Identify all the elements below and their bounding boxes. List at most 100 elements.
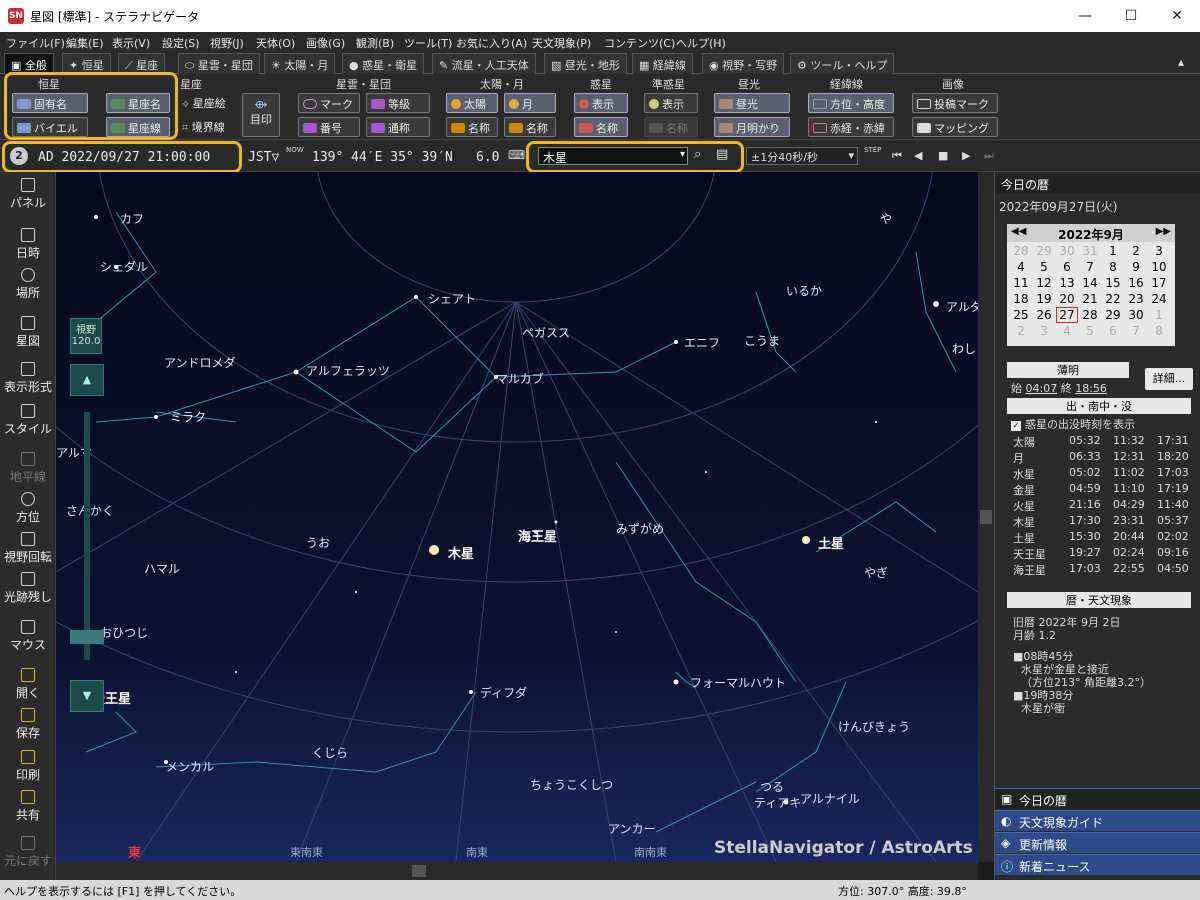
menu-objects[interactable]: 天体(O): [256, 35, 295, 51]
dwarf-planet-name-button[interactable]: 名称: [644, 117, 698, 137]
save-button[interactable]: 保存: [0, 708, 56, 741]
view-rotation-button[interactable]: 視野回転: [0, 532, 56, 565]
tab-tools[interactable]: ⚙ ツール・ヘルプ: [790, 53, 895, 74]
moon-button[interactable]: 月: [504, 93, 556, 113]
calendar-day[interactable]: 5: [1034, 260, 1054, 274]
calendar-day[interactable]: 17: [1149, 276, 1169, 290]
mouse-button[interactable]: マウス: [0, 620, 56, 653]
post-mark-button[interactable]: 投稿マーク: [912, 93, 998, 113]
prev-month-icon[interactable]: ◀◀: [1011, 226, 1026, 237]
tab-general[interactable]: ▣ 全般: [4, 53, 54, 74]
phenomena-guide-tab[interactable]: ◐ 天文現象ガイド: [995, 810, 1200, 831]
calendar-day[interactable]: 7: [1126, 324, 1146, 338]
time-step-select[interactable]: ±1分40秒/秒 ▾: [746, 147, 858, 165]
menu-edit[interactable]: 編集(E): [66, 35, 104, 51]
tab-planets[interactable]: ● 惑星・衛星: [342, 53, 425, 74]
scroll-thumb[interactable]: [980, 510, 992, 524]
calendar-day[interactable]: 29: [1034, 244, 1054, 258]
close-button[interactable]: ✕: [1154, 0, 1200, 32]
tab-grid[interactable]: ▦ 経緯線: [632, 53, 693, 74]
calendar-day[interactable]: 16: [1126, 276, 1146, 290]
common-name-button[interactable]: 通称: [366, 117, 430, 137]
step-button[interactable]: STEP: [864, 146, 881, 154]
sky-view[interactable]: カフ シェダル シェアト ペガスス エニフ こうま いるか アルタ わし アンド…: [56, 172, 978, 862]
menu-image[interactable]: 画像(G): [306, 35, 345, 51]
calendar-day[interactable]: 10: [1149, 260, 1169, 274]
collapse-ribbon-icon[interactable]: ▴: [1178, 55, 1184, 69]
zoom-slider-handle[interactable]: [70, 630, 104, 644]
calendar-day[interactable]: 31: [1080, 244, 1100, 258]
zoom-in-button[interactable]: ▲: [70, 364, 104, 396]
first-icon[interactable]: ⏮: [892, 149, 902, 163]
jupiter-marker[interactable]: [429, 545, 439, 555]
print-button[interactable]: 印刷: [0, 750, 56, 783]
menu-help[interactable]: ヘルプ(H): [676, 35, 726, 51]
tab-stars[interactable]: ✦ 恒星: [62, 53, 111, 74]
marker-button[interactable]: ⟴ 目印: [242, 93, 280, 137]
calendar-day[interactable]: 3: [1149, 244, 1169, 258]
news-tab[interactable]: ⓘ 新着ニュース: [995, 854, 1200, 875]
menu-contents[interactable]: コンテンツ(C): [604, 35, 675, 51]
back-icon[interactable]: ◀: [914, 149, 922, 162]
calendar-day[interactable]: 25: [1011, 308, 1031, 322]
planet-name-button[interactable]: 名称: [574, 117, 628, 137]
keyboard-icon[interactable]: ⌨: [508, 148, 525, 162]
calendar-day[interactable]: 18: [1011, 292, 1031, 306]
calendar-day[interactable]: 4: [1011, 260, 1031, 274]
moonlight-button[interactable]: 月明かり: [714, 117, 790, 137]
calendar-day[interactable]: 8: [1149, 324, 1169, 338]
next-month-icon[interactable]: ▶▶: [1156, 226, 1171, 237]
now-button[interactable]: NOW: [286, 146, 304, 154]
limit-magnitude[interactable]: 6.0: [476, 150, 499, 165]
menu-settings[interactable]: 設定(S): [162, 35, 200, 51]
starchart-button[interactable]: 星図: [0, 316, 56, 349]
tab-fov[interactable]: ◉ 視野・写野: [702, 53, 785, 74]
zoom-slider-track[interactable]: [84, 412, 90, 660]
horizon-button[interactable]: 地平線: [0, 452, 56, 485]
calendar-day[interactable]: 27: [1056, 307, 1078, 323]
calendar-day[interactable]: 29: [1103, 308, 1123, 322]
horizontal-scrollbar[interactable]: [56, 862, 978, 880]
mapping-button[interactable]: マッピング: [912, 117, 998, 137]
dwarf-planet-show-button[interactable]: 表示: [644, 93, 698, 113]
calendar-day[interactable]: 4: [1057, 324, 1077, 338]
calendar-day[interactable]: 2: [1126, 244, 1146, 258]
menu-tools[interactable]: ツール(T): [404, 35, 452, 51]
calendar-day[interactable]: 22: [1103, 292, 1123, 306]
calendar-day[interactable]: 3: [1034, 324, 1054, 338]
calendar-day[interactable]: 8: [1103, 260, 1123, 274]
calendar-day[interactable]: 6: [1057, 260, 1077, 274]
stop-icon[interactable]: ■: [938, 149, 948, 162]
calendar-day[interactable]: 26: [1034, 308, 1054, 322]
calendar-day[interactable]: 19: [1034, 292, 1054, 306]
panel-button[interactable]: パネル: [0, 178, 56, 211]
altaz-grid-button[interactable]: 方位・高度: [808, 93, 894, 113]
calendar-day[interactable]: 2: [1011, 324, 1031, 338]
planet-rise-checkbox[interactable]: ✓ 惑星の出没時刻を表示: [1011, 416, 1135, 432]
calendar-day[interactable]: 9: [1126, 260, 1146, 274]
menu-file[interactable]: ファイル(F): [6, 35, 65, 51]
calendar-day[interactable]: 30: [1057, 244, 1077, 258]
calendar-day[interactable]: 11: [1011, 276, 1031, 290]
magnitude-button[interactable]: 等級: [366, 93, 430, 113]
equatorial-grid-button[interactable]: 赤経・赤緯: [808, 117, 894, 137]
calendar-day[interactable]: 21: [1080, 292, 1100, 306]
menu-favorites[interactable]: お気に入り(A): [456, 35, 527, 51]
scroll-thumb[interactable]: [412, 865, 426, 877]
vertical-scrollbar[interactable]: [978, 172, 994, 862]
calendar-day[interactable]: 5: [1080, 324, 1100, 338]
menu-observe[interactable]: 観測(B): [356, 35, 394, 51]
datetime-button[interactable]: 日時: [0, 228, 56, 261]
daylight-button[interactable]: 昼光: [714, 93, 790, 113]
calendar-day[interactable]: 28: [1011, 244, 1031, 258]
tab-nebulae[interactable]: ⬭ 星雲・星団: [178, 53, 260, 74]
timezone-select[interactable]: JST▽: [248, 150, 279, 165]
calendar-day[interactable]: 23: [1126, 292, 1146, 306]
nebula-number-button[interactable]: 番号: [298, 117, 360, 137]
constellation-art-button[interactable]: ⟡ 星座絵: [178, 93, 236, 113]
play-icon[interactable]: ▶: [962, 149, 970, 162]
moon-name-button[interactable]: 名称: [504, 117, 556, 137]
updates-tab[interactable]: ◈ 更新情報: [995, 832, 1200, 853]
calendar-day[interactable]: 1: [1103, 244, 1123, 258]
nebula-mark-button[interactable]: マーク: [298, 93, 360, 113]
